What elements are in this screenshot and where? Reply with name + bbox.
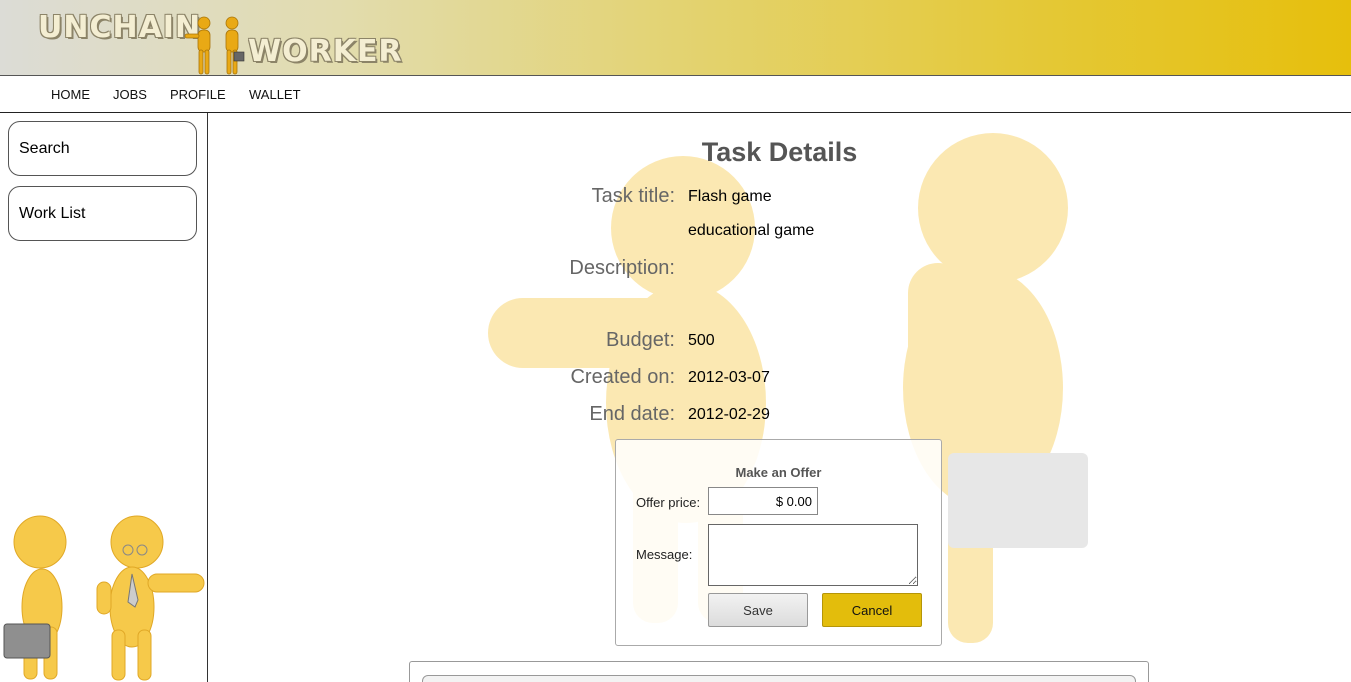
cancel-button[interactable]: Cancel (822, 593, 922, 627)
lower-panel-inner (422, 675, 1136, 682)
created-on-value: 2012-03-07 (688, 369, 770, 386)
logo-figures-icon (184, 16, 245, 75)
budget-value: 500 (688, 332, 715, 349)
sidebar: Search Work List (0, 113, 208, 682)
budget-label: Budget: (606, 329, 675, 351)
main-content: Task Details Task title: Flash game educ… (208, 113, 1351, 682)
created-on-label: Created on: (570, 366, 675, 388)
sidebar-mascot-icon (3, 515, 205, 681)
lower-panel (409, 661, 1149, 682)
nav-item-jobs[interactable]: JOBS (113, 87, 147, 102)
main-nav: HOME JOBS PROFILE WALLET (0, 76, 1351, 113)
end-date-label: End date: (589, 403, 675, 425)
task-title-value: Flash game (688, 188, 772, 205)
logo[interactable]: UNCHAIN WORKER (30, 8, 403, 75)
message-label: Message: (636, 547, 693, 562)
save-button[interactable]: Save (708, 593, 808, 627)
offer-price-label: Offer price: (636, 495, 701, 510)
description-label: Description: (569, 257, 675, 279)
offer-price-input[interactable] (708, 487, 818, 515)
task-subtitle-value: educational game (688, 222, 815, 239)
logo-text-left: UNCHAIN (38, 10, 202, 45)
offer-title: Make an Offer (735, 465, 822, 480)
sidebar-item-search[interactable]: Search (8, 121, 197, 176)
nav-item-profile[interactable]: PROFILE (170, 87, 226, 102)
end-date-value: 2012-02-29 (688, 406, 770, 423)
logo-text-right: WORKER (248, 34, 403, 69)
sidebar-item-work-list[interactable]: Work List (8, 186, 197, 241)
message-textarea[interactable] (708, 524, 918, 586)
nav-item-wallet[interactable]: WALLET (249, 87, 301, 102)
nav-item-home[interactable]: HOME (51, 87, 90, 102)
make-offer-panel: Make an Offer Offer price: Message: Save… (615, 439, 942, 646)
page-title: Task Details (701, 137, 858, 167)
header-banner: UNCHAIN WORKER (0, 0, 1351, 76)
task-title-label: Task title: (591, 185, 675, 207)
